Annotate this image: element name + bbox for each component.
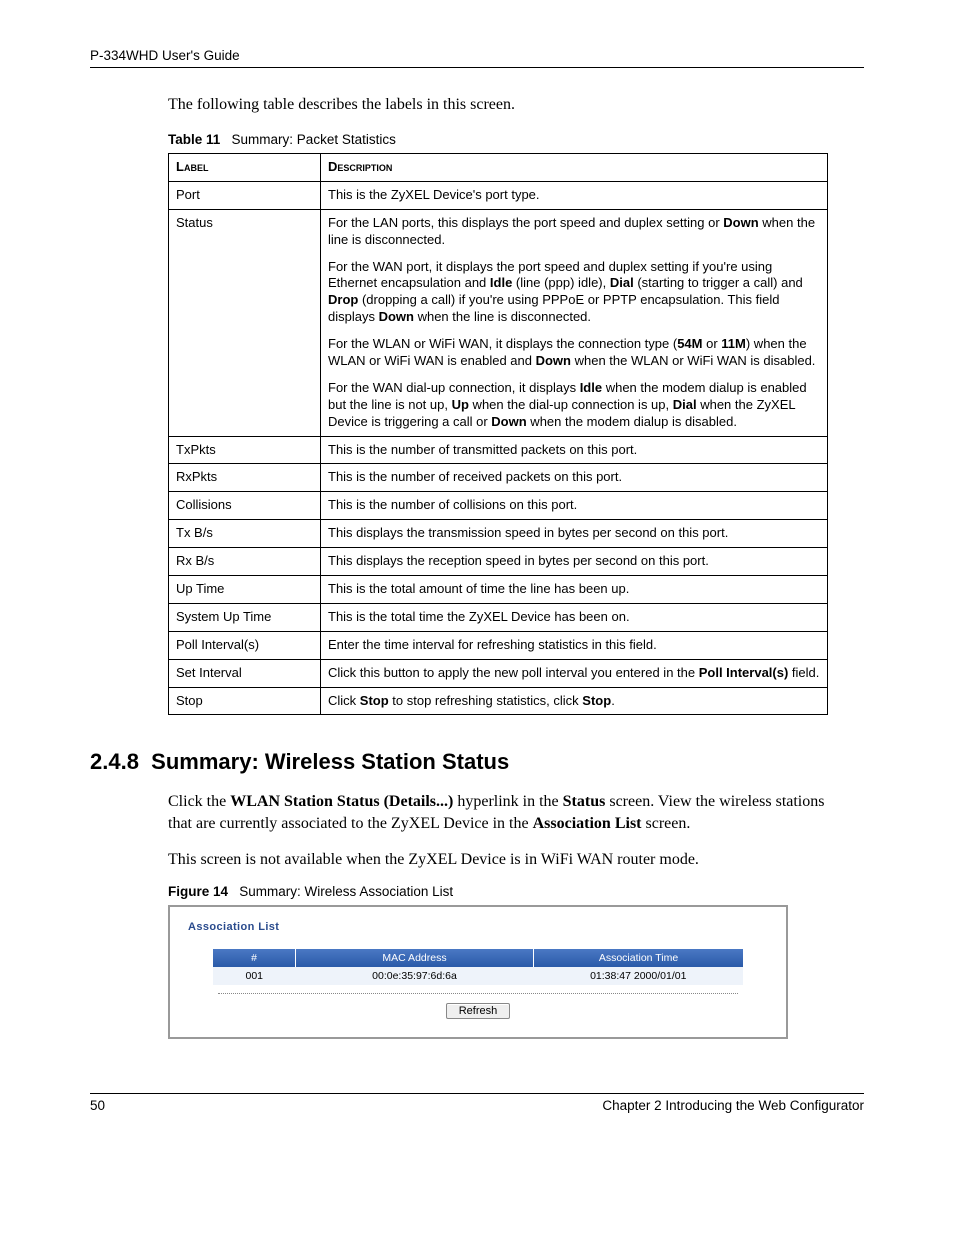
row-label-blank [169,331,321,375]
page-number: 50 [90,1098,105,1113]
cell-number: 001 [213,967,296,985]
intro-text: The following table describes the labels… [168,96,864,114]
row-desc: For the LAN ports, this displays the por… [321,209,828,253]
figure-14-caption: Figure 14 Summary: Wireless Association … [168,884,864,899]
section-heading: 2.4.8 Summary: Wireless Station Status [90,749,864,775]
col-description-header: Description [321,154,828,182]
section-number: 2.4.8 [90,749,139,774]
table-row: Up Time This is the total amount of time… [169,576,828,604]
table-row: Status For the LAN ports, this displays … [169,209,828,253]
row-desc: For the WLAN or WiFi WAN, it displays th… [321,331,828,375]
table-row: RxPkts This is the number of received pa… [169,464,828,492]
cell-time: 01:38:47 2000/01/01 [534,967,744,985]
table-header-row: Label Description [169,154,828,182]
row-desc: This is the total amount of time the lin… [321,576,828,604]
table-row: System Up Time This is the total time th… [169,603,828,631]
table-11-caption: Table 11 Summary: Packet Statistics [168,132,864,147]
guide-title: P-334WHD User's Guide [90,48,240,63]
chapter-label: Chapter 2 Introducing the Web Configurat… [602,1098,864,1113]
table-11-label: Table 11 [168,132,220,147]
row-label-blank [169,254,321,332]
section-para-1: Click the WLAN Station Status (Details..… [168,791,828,834]
page-header: P-334WHD User's Guide [90,48,864,68]
table-row: Tx B/s This displays the transmission sp… [169,520,828,548]
table-row: TxPkts This is the number of transmitted… [169,436,828,464]
row-desc: This displays the transmission speed in … [321,520,828,548]
row-label: System Up Time [169,603,321,631]
table-row: Collisions This is the number of collisi… [169,492,828,520]
row-desc: This is the total time the ZyXEL Device … [321,603,828,631]
row-desc: This is the number of transmitted packet… [321,436,828,464]
row-desc: This displays the reception speed in byt… [321,548,828,576]
col-number-header: # [213,949,296,967]
row-desc: For the WAN dial-up connection, it displ… [321,375,828,436]
row-desc: This is the number of collisions on this… [321,492,828,520]
row-label: RxPkts [169,464,321,492]
section-para-2: This screen is not available when the Zy… [168,849,828,871]
divider [218,993,738,994]
table-11-title: Summary: Packet Statistics [232,132,396,147]
row-desc: Enter the time interval for refreshing s… [321,631,828,659]
association-list-table: # MAC Address Association Time 001 00:0e… [213,949,743,985]
row-label: Poll Interval(s) [169,631,321,659]
table-row: Set Interval Click this button to apply … [169,659,828,687]
table-row: For the WAN dial-up connection, it displ… [169,375,828,436]
row-label: Set Interval [169,659,321,687]
table-row: For the WAN port, it displays the port s… [169,254,828,332]
row-label: TxPkts [169,436,321,464]
row-label: Tx B/s [169,520,321,548]
row-desc: This is the ZyXEL Device's port type. [321,181,828,209]
association-list-panel: Association List # MAC Address Associati… [168,905,788,1039]
row-label: Port [169,181,321,209]
table-row: Poll Interval(s) Enter the time interval… [169,631,828,659]
row-desc: Click this button to apply the new poll … [321,659,828,687]
packet-statistics-table: Label Description Port This is the ZyXEL… [168,153,828,715]
section-title: Summary: Wireless Station Status [151,749,509,774]
table-row: Stop Click Stop to stop refreshing stati… [169,687,828,715]
table-row: 001 00:0e:35:97:6d:6a 01:38:47 2000/01/0… [213,967,743,985]
cell-mac: 00:0e:35:97:6d:6a [296,967,534,985]
row-desc: This is the number of received packets o… [321,464,828,492]
row-label: Stop [169,687,321,715]
col-time-header: Association Time [534,949,744,967]
row-desc: For the WAN port, it displays the port s… [321,254,828,332]
row-label: Status [169,209,321,253]
col-label-header: Label [169,154,321,182]
table-header-row: # MAC Address Association Time [213,949,743,967]
page-footer: 50 Chapter 2 Introducing the Web Configu… [90,1093,864,1113]
table-row: Port This is the ZyXEL Device's port typ… [169,181,828,209]
row-desc: Click Stop to stop refreshing statistics… [321,687,828,715]
table-row: For the WLAN or WiFi WAN, it displays th… [169,331,828,375]
row-label: Up Time [169,576,321,604]
row-label-blank [169,375,321,436]
row-label: Rx B/s [169,548,321,576]
figure-14-label: Figure 14 [168,884,228,899]
refresh-button[interactable]: Refresh [446,1003,511,1019]
figure-14-title: Summary: Wireless Association List [239,884,453,899]
col-mac-header: MAC Address [296,949,534,967]
row-label: Collisions [169,492,321,520]
refresh-button-wrap: Refresh [188,1002,768,1019]
table-row: Rx B/s This displays the reception speed… [169,548,828,576]
association-list-title: Association List [188,921,768,933]
